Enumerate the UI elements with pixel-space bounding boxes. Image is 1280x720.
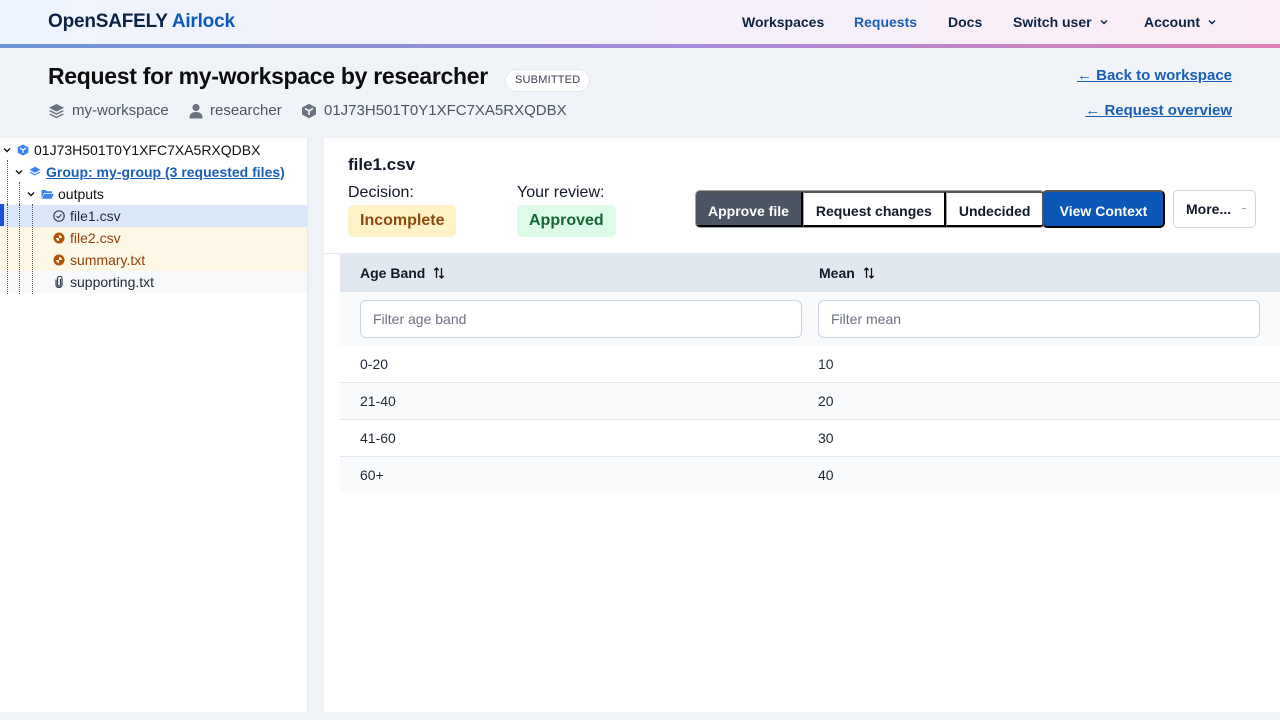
layers-icon bbox=[29, 166, 41, 176]
nav-switch-user[interactable]: Switch user bbox=[1013, 14, 1109, 30]
column-header-age-band[interactable]: Age Band bbox=[360, 265, 445, 281]
request-changes-button[interactable]: Request changes bbox=[802, 191, 946, 227]
tree-item-file-label: file2.csv bbox=[70, 230, 121, 246]
meta-workspace-label: my-workspace bbox=[72, 102, 169, 119]
chevron-down-icon[interactable] bbox=[2, 145, 12, 155]
header-gradient-divider bbox=[0, 44, 1280, 48]
column-header-mean[interactable]: Mean bbox=[819, 265, 875, 281]
filter-age-band-input[interactable] bbox=[360, 300, 802, 338]
selected-indicator bbox=[0, 204, 4, 226]
cell-age-band: 0-20 bbox=[360, 356, 389, 372]
half-circle-icon bbox=[53, 254, 65, 266]
nav-account[interactable]: Account bbox=[1144, 14, 1217, 30]
brand-accent: Airlock bbox=[171, 11, 235, 32]
half-circle-icon bbox=[53, 232, 65, 244]
top-nav-bar: OpenSAFELY Airlock Workspaces Requests D… bbox=[0, 0, 1280, 44]
folder-open-icon bbox=[41, 190, 54, 199]
tree-item-file-label: file1.csv bbox=[70, 208, 121, 224]
decision-label: Decision: bbox=[348, 184, 414, 201]
file-tree: 01J73H501T0Y1XFC7XA5RXQDBX Group: my-gro… bbox=[0, 138, 308, 712]
cell-age-band: 60+ bbox=[360, 467, 384, 483]
undecided-button[interactable]: Undecided bbox=[945, 191, 1045, 227]
meta-request-id-label: 01J73H501T0Y1XFC7XA5RXQDBX bbox=[324, 102, 567, 119]
layers-icon bbox=[49, 103, 64, 118]
column-header-label: Age Band bbox=[360, 265, 426, 281]
cell-mean: 10 bbox=[818, 356, 834, 372]
review-label: Your review: bbox=[517, 184, 605, 201]
nav-workspaces[interactable]: Workspaces bbox=[742, 14, 824, 30]
tree-item-group[interactable]: Group: my-group (3 requested files) bbox=[0, 161, 307, 183]
more-button-label: More... bbox=[1186, 201, 1232, 217]
tree-item-file-label: summary.txt bbox=[70, 252, 146, 268]
table-row: 41-60 30 bbox=[340, 420, 1280, 457]
cube-icon bbox=[302, 103, 316, 118]
chevron-down-icon bbox=[1208, 20, 1216, 25]
meta-user: researcher bbox=[189, 102, 282, 119]
table-row: 21-40 20 bbox=[340, 383, 1280, 420]
tree-item-group-label[interactable]: Group: my-group (3 requested files) bbox=[46, 164, 285, 180]
review-button-group: Approve file Request changes Undecided bbox=[695, 190, 1046, 228]
tree-item-file2[interactable]: file2.csv bbox=[0, 227, 307, 249]
file-panel: file1.csv Decision: Incomplete Your revi… bbox=[324, 138, 1280, 712]
nav-switch-user-label: Switch user bbox=[1013, 14, 1092, 30]
status-badge: SUBMITTED bbox=[505, 69, 591, 92]
user-icon bbox=[189, 103, 203, 118]
table-row: 0-20 10 bbox=[340, 346, 1280, 383]
tree-item-request[interactable]: 01J73H501T0Y1XFC7XA5RXQDBX bbox=[0, 139, 307, 161]
cell-mean: 30 bbox=[818, 430, 834, 446]
review-badge: Approved bbox=[517, 205, 616, 237]
cell-mean: 20 bbox=[818, 393, 834, 409]
page-footer-strip bbox=[0, 712, 1280, 720]
tree-item-folder-outputs[interactable]: outputs bbox=[0, 183, 307, 205]
table-row: 60+ 40 bbox=[340, 457, 1280, 493]
sort-icon[interactable] bbox=[433, 266, 445, 280]
nav-account-label: Account bbox=[1144, 14, 1200, 30]
tree-item-file1[interactable]: file1.csv bbox=[0, 205, 307, 227]
decision-badge: Incomplete bbox=[348, 205, 457, 237]
chevron-down-icon bbox=[1100, 20, 1108, 25]
back-to-workspace-link[interactable]: ← Back to workspace bbox=[1077, 67, 1232, 84]
page-title: Request for my-workspace by researcher bbox=[48, 63, 488, 89]
tree-guide bbox=[7, 204, 8, 294]
cell-mean: 40 bbox=[818, 467, 834, 483]
paperclip-icon bbox=[55, 276, 63, 288]
cell-age-band: 21-40 bbox=[360, 393, 396, 409]
cell-age-band: 41-60 bbox=[360, 430, 396, 446]
tree-guide bbox=[32, 204, 33, 294]
filter-mean-input[interactable] bbox=[818, 300, 1260, 338]
meta-workspace: my-workspace bbox=[48, 102, 169, 119]
view-context-button[interactable]: View Context bbox=[1042, 190, 1165, 228]
request-overview-link[interactable]: ← Request overview bbox=[1085, 102, 1232, 119]
approve-file-button[interactable]: Approve file bbox=[696, 191, 803, 227]
chevron-down-icon[interactable] bbox=[14, 167, 24, 177]
check-circle-icon bbox=[53, 210, 65, 222]
brand-logo[interactable]: OpenSAFELY Airlock bbox=[48, 11, 235, 33]
nav-docs[interactable]: Docs bbox=[948, 14, 982, 30]
tree-item-file-label: supporting.txt bbox=[70, 274, 155, 290]
tree-item-supporting[interactable]: supporting.txt bbox=[0, 271, 307, 293]
tree-guide bbox=[19, 204, 20, 294]
nav-requests[interactable]: Requests bbox=[854, 14, 917, 30]
brand-main: OpenSAFELY bbox=[48, 11, 168, 32]
caret-down-icon bbox=[1242, 208, 1246, 209]
sort-icon[interactable] bbox=[863, 266, 875, 280]
file-title: file1.csv bbox=[348, 155, 416, 174]
tree-item-summary[interactable]: summary.txt bbox=[0, 249, 307, 271]
more-button[interactable]: More... bbox=[1173, 190, 1256, 228]
tree-item-folder-label: outputs bbox=[58, 186, 104, 202]
table-header: Age Band Mean bbox=[340, 254, 1280, 292]
column-header-label: Mean bbox=[819, 265, 855, 281]
meta-request-id: 01J73H501T0Y1XFC7XA5RXQDBX bbox=[301, 102, 567, 119]
cube-icon bbox=[17, 144, 29, 156]
meta-user-label: researcher bbox=[210, 102, 282, 119]
tree-item-request-label: 01J73H501T0Y1XFC7XA5RXQDBX bbox=[34, 142, 261, 158]
chevron-down-icon[interactable] bbox=[26, 189, 36, 199]
table-filter-row bbox=[340, 292, 1280, 346]
